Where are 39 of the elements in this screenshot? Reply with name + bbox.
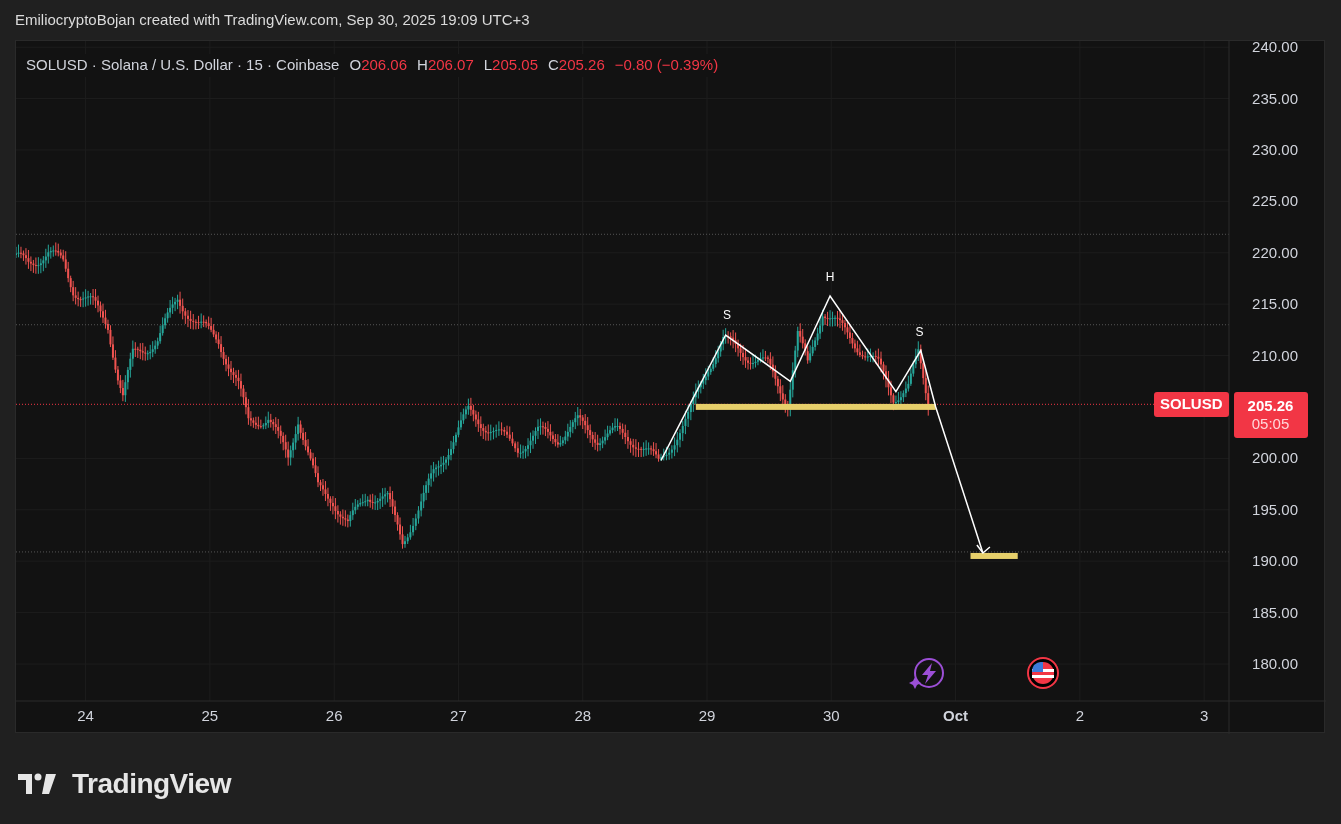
pattern-label: S [915, 325, 924, 340]
price-axis-label: 200.00 [1252, 449, 1298, 467]
pattern-label: H [825, 269, 835, 284]
time-axis-label: 27 [450, 707, 467, 724]
lightning-icon[interactable] [909, 658, 944, 689]
price-change: −0.80 (−0.39%) [614, 55, 719, 75]
price-axis-label: 190.00 [1252, 552, 1298, 570]
last-price: 205.26 [1247, 397, 1294, 415]
time-axis-label: 30 [822, 707, 840, 724]
symbol-legend: SOLUSD · Solana / U.S. Dollar · 15 · Coinbase [26, 54, 340, 77]
price-axis-label: 220.00 [1252, 243, 1298, 261]
target-zone [970, 552, 1018, 559]
time-axis-label: 25 [201, 707, 219, 724]
ohlc-value: H206.07 [417, 55, 474, 75]
price-axis-label: 235.00 [1252, 89, 1298, 107]
bar-countdown: 05:05 [1251, 415, 1290, 433]
time-axis-label: 3 [1199, 707, 1209, 724]
brand-name: TradingView [72, 767, 231, 801]
price-axis-label: 210.00 [1252, 346, 1298, 364]
price-axis-label: 225.00 [1252, 192, 1298, 210]
price-axis-label: 180.00 [1252, 655, 1298, 672]
time-axis-label: 28 [574, 707, 592, 724]
price-axis-label: 215.00 [1252, 295, 1298, 313]
ohlc-value: O206.06 [349, 55, 408, 75]
price-axis-label: 240.00 [1252, 41, 1298, 56]
chart-caption: EmiliocryptoBojan created with TradingView.com, Sep 30, 2025 19:09 UTC+3 [15, 9, 530, 30]
ohlc-value: C205.26 [548, 55, 605, 75]
time-axis-label: 29 [698, 707, 716, 724]
flag-icon[interactable] [1027, 657, 1059, 689]
time-axis-label: Oct [943, 707, 969, 724]
ohlc-value: L205.05 [483, 55, 538, 75]
time-axis-label: 2 [1075, 707, 1085, 724]
time-axis-label: 26 [325, 707, 343, 724]
price-axis-label: 185.00 [1252, 603, 1298, 621]
price-axis-label: 195.00 [1252, 500, 1298, 518]
time-axis-label: 24 [77, 707, 94, 724]
symbol-tag: SOLUSD [1154, 392, 1229, 417]
price-axis-label: 230.00 [1252, 140, 1298, 158]
pattern-label: S [722, 307, 731, 322]
